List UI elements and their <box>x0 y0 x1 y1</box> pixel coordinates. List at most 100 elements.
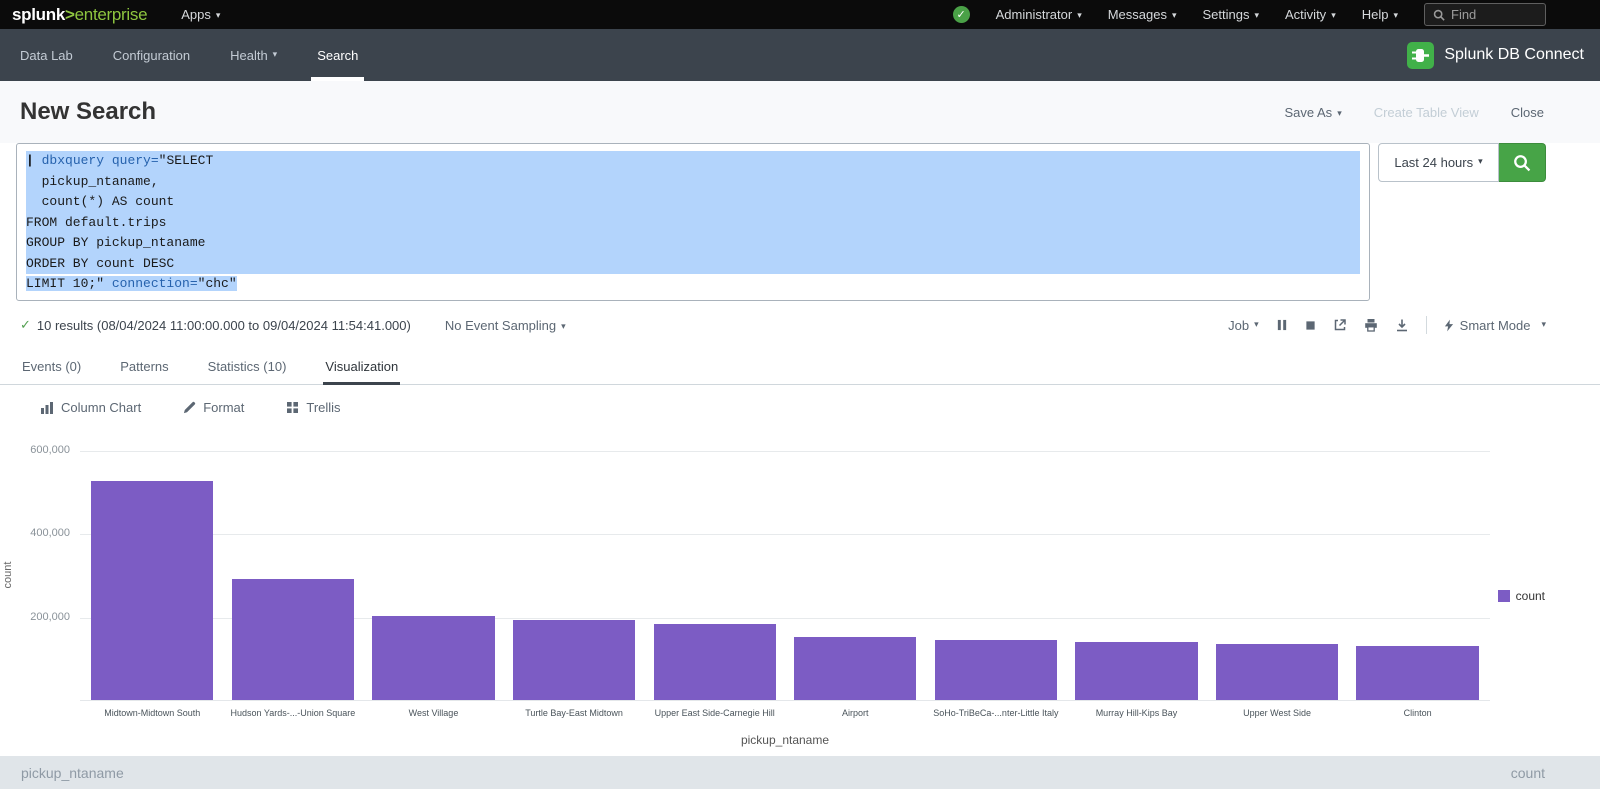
chevron-down-icon: ▾ <box>1172 10 1177 21</box>
chevron-down-icon: ▾ <box>1478 156 1483 167</box>
bar[interactable] <box>91 481 213 700</box>
search-query-editor[interactable]: | dbxquery query="SELECT pickup_ntaname,… <box>16 143 1370 301</box>
legend-swatch <box>1498 590 1510 602</box>
bar[interactable] <box>1356 646 1478 700</box>
create-table-view-button[interactable]: Create Table View <box>1374 105 1479 120</box>
menu-messages[interactable]: Messages▾ <box>1108 7 1177 22</box>
print-icon <box>1364 318 1378 332</box>
column-header-count[interactable]: count <box>1511 765 1545 789</box>
menu-activity[interactable]: Activity▾ <box>1285 7 1336 22</box>
nav-configuration[interactable]: Configuration <box>93 29 210 81</box>
system-status-icon[interactable]: ✓ <box>953 6 970 23</box>
trellis-label: Trellis <box>306 400 340 415</box>
event-sampling-dropdown[interactable]: No Event Sampling▾ <box>445 318 566 333</box>
bar[interactable] <box>513 620 635 700</box>
chart-type-button[interactable]: Column Chart <box>40 400 141 415</box>
menu-label: Settings <box>1203 7 1250 22</box>
search-row: | dbxquery query="SELECT pickup_ntaname,… <box>16 143 1546 301</box>
bar-group-4[interactable]: Turtle Bay-East Midtown <box>504 451 645 700</box>
chevron-down-icon: ▾ <box>1254 319 1259 330</box>
find-search-box[interactable] <box>1424 3 1546 26</box>
bar[interactable] <box>1075 642 1197 700</box>
stop-button[interactable] <box>1305 320 1316 331</box>
bar-group-7[interactable]: SoHo-TriBeCa-...nter-Little Italy <box>926 451 1067 700</box>
pencil-icon <box>183 401 196 414</box>
check-icon: ✓ <box>20 317 31 333</box>
tab-patterns[interactable]: Patterns <box>118 349 170 384</box>
nav-data-lab[interactable]: Data Lab <box>0 29 93 81</box>
bar[interactable] <box>794 637 916 700</box>
legend-label: count <box>1516 589 1545 603</box>
chevron-down-icon: ▾ <box>1541 319 1546 330</box>
query-line: FROM default.trips <box>26 213 1360 234</box>
bar-group-6[interactable]: Airport <box>785 451 926 700</box>
smart-mode-label: Smart Mode <box>1460 318 1531 333</box>
bar-group-5[interactable]: Upper East Side-Carnegie Hill <box>644 451 785 700</box>
share-button[interactable] <box>1333 318 1347 332</box>
job-label: Job <box>1228 318 1249 333</box>
chart-type-label: Column Chart <box>61 400 141 415</box>
x-tick-label: Clinton <box>1341 708 1494 718</box>
tab-events[interactable]: Events (0) <box>20 349 83 384</box>
nav-label: Configuration <box>113 48 190 63</box>
results-bar: ✓ 10 results (08/04/2024 11:00:00.000 to… <box>20 314 1546 336</box>
save-as-label: Save As <box>1284 105 1332 120</box>
column-chart-icon <box>40 401 54 414</box>
search-icon <box>1433 9 1445 21</box>
trellis-button[interactable]: Trellis <box>286 400 340 415</box>
job-menu[interactable]: Job ▾ <box>1228 318 1259 333</box>
menu-administrator[interactable]: Administrator▾ <box>996 7 1082 22</box>
chevron-down-icon: ▾ <box>216 10 221 21</box>
format-button[interactable]: Format <box>183 400 244 415</box>
tab-label: Statistics (10) <box>208 359 287 374</box>
y-tick-label: 400,000 <box>30 527 70 539</box>
x-axis-title: pickup_ntaname <box>80 733 1490 747</box>
logo-product: enterprise <box>75 5 148 24</box>
x-tick-label: Upper West Side <box>1201 708 1354 718</box>
menu-settings[interactable]: Settings▾ <box>1203 7 1260 22</box>
menu-label: Activity <box>1285 7 1326 22</box>
create-table-view-label: Create Table View <box>1374 105 1479 120</box>
bar-group-1[interactable]: Midtown-Midtown South <box>82 451 223 700</box>
x-tick-label: Murray Hill-Kips Bay <box>1060 708 1213 718</box>
save-as-button[interactable]: Save As▾ <box>1284 105 1341 120</box>
top-bar: splunk>enterprise Apps▾ ✓ Administrator▾… <box>0 0 1600 29</box>
x-tick-label: Hudson Yards-...-Union Square <box>217 708 370 718</box>
bar[interactable] <box>1216 644 1338 700</box>
bar[interactable] <box>232 579 354 700</box>
bar[interactable] <box>372 616 494 700</box>
bar-group-8[interactable]: Murray Hill-Kips Bay <box>1066 451 1207 700</box>
tab-visualization[interactable]: Visualization <box>323 349 400 384</box>
bar-group-3[interactable]: West Village <box>363 451 504 700</box>
app-nav-bar: Data Lab Configuration Health▾ Search Sp… <box>0 29 1600 81</box>
time-range-picker[interactable]: Last 24 hours▾ <box>1378 143 1499 182</box>
splunk-logo[interactable]: splunk>enterprise <box>12 5 147 25</box>
query-line: count(*) AS count <box>26 192 1360 213</box>
bar[interactable] <box>654 624 776 700</box>
bar[interactable] <box>935 640 1057 700</box>
search-mode-selector[interactable]: Smart Mode ▾ <box>1444 318 1546 333</box>
close-button[interactable]: Close <box>1511 105 1544 120</box>
search-button[interactable] <box>1499 143 1546 182</box>
menu-help[interactable]: Help▾ <box>1362 7 1398 22</box>
bar-group-2[interactable]: Hudson Yards-...-Union Square <box>223 451 364 700</box>
apps-menu[interactable]: Apps▾ <box>181 7 220 22</box>
tab-statistics[interactable]: Statistics (10) <box>206 349 289 384</box>
pause-button[interactable] <box>1276 319 1288 331</box>
nav-search[interactable]: Search <box>297 29 378 81</box>
chevron-down-icon: ▾ <box>1077 10 1082 21</box>
legend[interactable]: count <box>1498 589 1545 603</box>
print-button[interactable] <box>1364 318 1378 332</box>
bar-group-10[interactable]: Clinton <box>1347 451 1488 700</box>
nav-label: Data Lab <box>20 48 73 63</box>
column-header-pickup-ntaname[interactable]: pickup_ntaname <box>21 765 124 789</box>
export-button[interactable] <box>1395 318 1409 332</box>
nav-health[interactable]: Health▾ <box>210 29 297 81</box>
bar-group-9[interactable]: Upper West Side <box>1207 451 1348 700</box>
x-tick-label: Upper East Side-Carnegie Hill <box>638 708 791 718</box>
sampling-label: No Event Sampling <box>445 318 556 333</box>
trellis-grid-icon <box>286 401 299 414</box>
app-title[interactable]: Splunk DB Connect <box>1444 46 1584 64</box>
find-input[interactable] <box>1451 7 1535 22</box>
close-label: Close <box>1511 105 1544 120</box>
